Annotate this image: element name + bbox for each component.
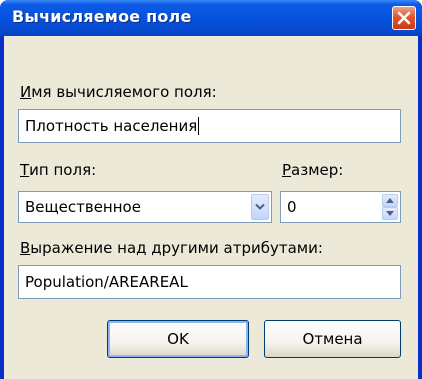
expression-input[interactable]: Population/AREAREAL bbox=[18, 265, 401, 299]
ok-button[interactable]: OK bbox=[107, 320, 249, 358]
dropdown-button[interactable] bbox=[251, 194, 269, 220]
expression-value: Population/AREAREAL bbox=[25, 273, 188, 291]
close-button[interactable] bbox=[392, 6, 416, 30]
field-size-spinner[interactable]: 0 bbox=[280, 191, 401, 223]
field-type-label: Тип поля: bbox=[20, 161, 97, 179]
field-name-input[interactable]: Плотность населения bbox=[18, 109, 401, 143]
field-type-value: Вещественное bbox=[25, 198, 141, 216]
field-size-value: 0 bbox=[287, 198, 297, 216]
title-bar[interactable]: Вычисляемое поле bbox=[0, 0, 422, 36]
field-name-value: Плотность населения bbox=[25, 117, 198, 135]
cancel-button-label: Отмена bbox=[302, 330, 363, 348]
arrow-down-icon bbox=[386, 211, 394, 216]
close-icon bbox=[397, 11, 411, 25]
expression-label: Выражение над другими атрибутами: bbox=[20, 239, 323, 257]
chevron-down-icon bbox=[255, 203, 265, 210]
field-size-label: Размер: bbox=[282, 161, 344, 179]
ok-button-label: OK bbox=[167, 330, 189, 348]
cancel-button[interactable]: Отмена bbox=[264, 320, 401, 358]
text-caret bbox=[198, 117, 200, 135]
dialog-title: Вычисляемое поле bbox=[12, 7, 192, 26]
field-name-label: Имя вычисляемого поля: bbox=[20, 83, 217, 101]
field-type-select[interactable]: Вещественное bbox=[18, 191, 272, 223]
spin-up-button[interactable] bbox=[382, 194, 398, 207]
arrow-up-icon bbox=[386, 198, 394, 203]
calculated-field-dialog: Вычисляемое поле Имя вычисляемого поля: … bbox=[0, 0, 422, 379]
dialog-body: Имя вычисляемого поля: Плотность населен… bbox=[4, 36, 418, 379]
spin-down-button[interactable] bbox=[382, 207, 398, 220]
